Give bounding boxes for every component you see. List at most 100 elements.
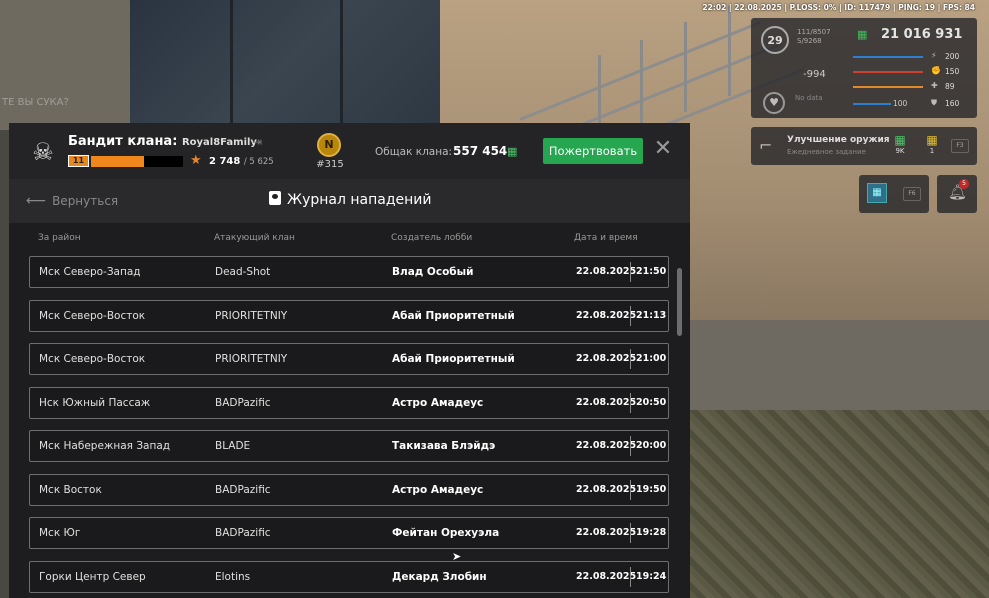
cell-date: 22.08.2025 xyxy=(576,266,637,277)
cell-separator xyxy=(630,349,631,369)
clan-header: ☠ Бандит клана: Royal8Family ⇥ 11 ★ 2 74… xyxy=(9,123,690,179)
cell-time: 20:00 xyxy=(636,440,667,451)
column-header-creator: Создатель лобби xyxy=(391,233,473,243)
cell-creator: Влад Особый xyxy=(392,266,474,278)
ticket-icon: ▦ xyxy=(926,133,938,147)
clan-rank-title: Бандит клана: Royal8Family xyxy=(68,134,257,149)
leave-clan-icon[interactable]: ⇥ xyxy=(252,135,262,149)
reputation-current: 2 748 xyxy=(209,156,241,167)
scrollbar[interactable] xyxy=(677,268,682,336)
hotkey-label: F3 xyxy=(951,139,969,153)
cell-attacker: PRIORITETNIY xyxy=(215,353,288,365)
player-xp-text: 111/8507 S/9268 xyxy=(797,28,831,45)
glass-facade xyxy=(130,0,440,130)
reputation-star-icon: ★ xyxy=(190,153,202,168)
cell-district: Мск Набережная Запад xyxy=(39,440,171,452)
cash-icon: ▦ xyxy=(507,145,518,158)
stat-value: 200 xyxy=(945,52,960,61)
stat-bar xyxy=(853,86,923,88)
rank-label: Бандит клана: xyxy=(68,134,178,149)
mouse-cursor-icon: ➤ xyxy=(452,550,462,563)
cell-district: Мск Северо-Восток xyxy=(39,309,146,322)
cell-date: 22.08.2025 xyxy=(576,353,637,364)
cell-creator: Астро Амадеус xyxy=(392,483,484,496)
clan-fund-label: Общак клана: xyxy=(375,146,453,158)
cell-time: 21:50 xyxy=(636,266,667,277)
rail-post xyxy=(684,22,687,112)
arrow-left-icon: ⟵ xyxy=(26,193,47,209)
cell-separator xyxy=(630,392,631,413)
table-row[interactable]: Мск Восток BADPazific Астро Амадеус 22.08.2… xyxy=(29,473,669,506)
map-button[interactable]: ▦ F6 xyxy=(859,175,929,213)
cell-time: 19:28 xyxy=(636,527,667,538)
hotkey-label: F6 xyxy=(903,187,921,201)
cell-district: Мск Северо-Запад xyxy=(39,266,141,278)
journal-toolbar: ⟵ Вернуться Журнал нападений xyxy=(9,179,690,223)
cell-district: Нск Южный Пассаж xyxy=(39,396,151,409)
rail-post xyxy=(640,40,643,130)
journal-icon xyxy=(269,191,281,205)
page-title: Журнал нападений xyxy=(269,191,432,208)
notifications-button[interactable]: 🔔︎ 5 xyxy=(937,175,977,213)
cell-date: 22.08.2025 xyxy=(576,309,637,321)
table-row[interactable]: Мск Набережная Запад BLADE Такизава Блэйдэ… xyxy=(29,430,669,462)
back-button[interactable]: ⟵ Вернуться xyxy=(26,193,118,209)
reward-value: 1 xyxy=(929,147,935,155)
table-row[interactable]: Горки Центр Север Elotins Декард Злобин 22.… xyxy=(29,560,669,593)
cell-attacker: PRIORITETNIY xyxy=(215,309,288,322)
player-cash: 21 016 931 xyxy=(881,27,963,42)
clan-level-badge: 11 xyxy=(68,155,89,167)
cell-separator xyxy=(630,566,631,587)
energy-icon: ⚡ xyxy=(931,51,937,60)
clan-emblem-icon: ☠ xyxy=(32,138,54,166)
cash-icon: ▦ xyxy=(857,28,868,41)
cell-creator: Такизава Блэйдэ xyxy=(392,440,496,452)
ledge xyxy=(690,320,989,410)
clan-name: Royal8Family xyxy=(181,137,257,148)
player-level-badge: 29 xyxy=(761,26,789,54)
clan-level-progress xyxy=(91,156,183,167)
table-row[interactable]: Нск Южный Пассаж BADPazific Астро Амадеус 2… xyxy=(29,386,669,419)
reward-cash: ▦ 9K xyxy=(887,133,913,155)
map-icon: ▦ xyxy=(867,183,887,203)
cell-district: Мск Северо-Восток xyxy=(39,353,146,365)
close-icon[interactable]: ✕ xyxy=(651,137,675,161)
clan-fund-value: 557 454 xyxy=(453,144,508,158)
reward-ticket: ▦ 1 xyxy=(919,133,945,155)
table-row[interactable]: Мск Юг BADPazific Фейтан Орехуэла 22.08.202… xyxy=(29,517,669,549)
player-negative-value: -994 xyxy=(803,69,826,80)
cell-separator xyxy=(630,262,631,282)
table-row[interactable]: Мск Северо-Восток PRIORITETNIY Абай Приори… xyxy=(29,299,669,332)
donate-button[interactable]: Пожертвовать xyxy=(543,138,643,164)
cell-date: 22.08.2025 xyxy=(576,483,637,495)
clan-panel: ☠ Бандит клана: Royal8Family ⇥ 11 ★ 2 74… xyxy=(9,123,690,598)
cell-attacker: BADPazific xyxy=(215,396,271,409)
heart-label: No data xyxy=(795,94,823,102)
stat-bar xyxy=(853,71,923,73)
cell-time: 19:50 xyxy=(636,483,667,495)
cell-separator xyxy=(630,436,631,456)
page-title-text: Журнал нападений xyxy=(287,192,432,208)
weapon-upgrade-task[interactable]: ⌐ Улучшение оружия Ежедневное задание ▦ … xyxy=(751,127,977,165)
table-header: За район Атакующий клан Создатель лобби … xyxy=(9,223,690,253)
cell-district: Горки Центр Север xyxy=(39,570,146,583)
cell-creator: Фейтан Орехуэла xyxy=(392,527,500,539)
reputation-value: 2 748 / 5 625 xyxy=(209,156,274,167)
cell-district: Мск Юг xyxy=(39,527,81,539)
cell-time: 21:13 xyxy=(636,309,667,321)
stat-hunger: ✚ 89 xyxy=(853,81,973,92)
weapon-task-subtitle: Ежедневное задание xyxy=(787,148,866,156)
rail-post xyxy=(728,6,731,96)
table-row[interactable]: Мск Северо-Восток PRIORITETNIY Абай Приори… xyxy=(29,343,669,375)
clan-level-progress-fill xyxy=(91,156,145,167)
cash-icon: ▦ xyxy=(894,133,906,147)
background-chat-text: ТЕ ВЫ СУКА? xyxy=(2,97,69,108)
stat-value: 89 xyxy=(945,82,955,91)
cell-attacker: BADPazific xyxy=(215,527,271,539)
pistol-icon: ⌐ xyxy=(759,136,773,155)
wall-left xyxy=(0,0,140,130)
stat-armor: 100 ⛊ 160 xyxy=(853,98,973,109)
table-row[interactable]: Мск Северо-Запад Dead-Shot Влад Особый 22.0… xyxy=(29,256,669,288)
column-header-district: За район xyxy=(38,233,81,243)
cell-time: 20:50 xyxy=(636,396,667,408)
